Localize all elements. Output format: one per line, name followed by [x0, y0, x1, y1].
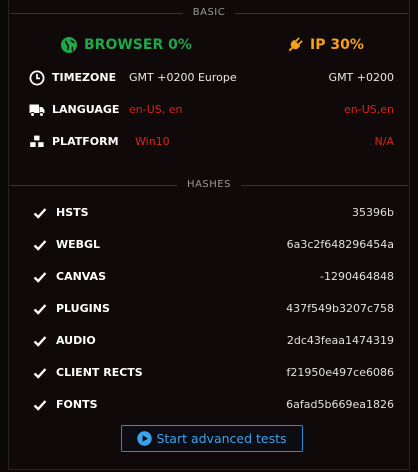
browser-score-label: BROWSER 0% [84, 37, 192, 53]
globe-icon [61, 37, 77, 53]
hash-row: CLIENT RECTS f21950e497ce6086 [0, 364, 418, 382]
hash-value: 6a3c2f648296454a [286, 238, 394, 251]
hash-value: -1290464848 [320, 270, 394, 283]
hash-name: PLUGINS [56, 302, 110, 315]
info-row-language: LANGUAGE en-US, en en-US,en [0, 101, 418, 119]
hash-value: 6afad5b669ea1826 [286, 398, 394, 411]
hashes-section-label: HASHES [177, 178, 241, 192]
clock-icon [29, 70, 45, 86]
plug-icon [288, 37, 303, 52]
info-row-label: LANGUAGE [52, 103, 120, 116]
hash-value: f21950e497ce6086 [286, 366, 394, 379]
check-icon [33, 304, 47, 315]
platform-ip-value: N/A [374, 135, 394, 148]
platform-detected-value: Win10 [135, 135, 170, 148]
start-advanced-tests-label: Start advanced tests [156, 431, 287, 446]
hash-name: CANVAS [56, 270, 106, 283]
hash-row: FONTS 6afad5b669ea1826 [0, 396, 418, 414]
info-row-label: PLATFORM [52, 135, 119, 148]
hash-row: AUDIO 2dc43feaa1474319 [0, 332, 418, 350]
ip-score-label: IP 30% [310, 37, 364, 53]
start-advanced-tests-button[interactable]: Start advanced tests [121, 425, 303, 452]
hash-row: CANVAS -1290464848 [0, 268, 418, 286]
hash-row: WEBGL 6a3c2f648296454a [0, 236, 418, 254]
info-row-timezone: TIMEZONE GMT +0200 Europe GMT +0200 [0, 69, 418, 87]
language-ip-value: en-US,en [344, 103, 394, 116]
play-circle-icon [137, 431, 153, 446]
cubes-icon [29, 134, 45, 148]
hash-name: WEBGL [56, 238, 101, 251]
hash-name: CLIENT RECTS [56, 366, 143, 379]
check-icon [33, 336, 47, 347]
hash-row: HSTS 35396b [0, 204, 418, 222]
check-icon [33, 240, 47, 251]
hash-name: AUDIO [56, 334, 96, 347]
browser-score: BROWSER 0% [60, 34, 192, 56]
hash-value: 35396b [352, 206, 394, 219]
check-icon [33, 368, 47, 379]
timezone-detected-value: GMT +0200 Europe [129, 71, 237, 84]
language-detected-value: en-US, en [129, 103, 183, 116]
truck-icon [29, 104, 45, 117]
hash-name: HSTS [56, 206, 89, 219]
ip-score: IP 30% [286, 34, 364, 56]
check-icon [33, 400, 47, 411]
info-row-label: TIMEZONE [52, 71, 117, 84]
hash-name: FONTS [56, 398, 98, 411]
info-row-platform: PLATFORM Win10 N/A [0, 133, 418, 151]
check-icon [33, 208, 47, 219]
hash-value: 437f549b3207c758 [286, 302, 394, 315]
basic-section-divider: BASIC [10, 6, 408, 20]
hashes-section-divider: HASHES [10, 178, 408, 192]
hash-row: PLUGINS 437f549b3207c758 [0, 300, 418, 318]
basic-section-label: BASIC [182, 6, 236, 20]
hash-value: 2dc43feaa1474319 [286, 334, 394, 347]
timezone-ip-value: GMT +0200 [328, 71, 394, 84]
check-icon [33, 272, 47, 283]
